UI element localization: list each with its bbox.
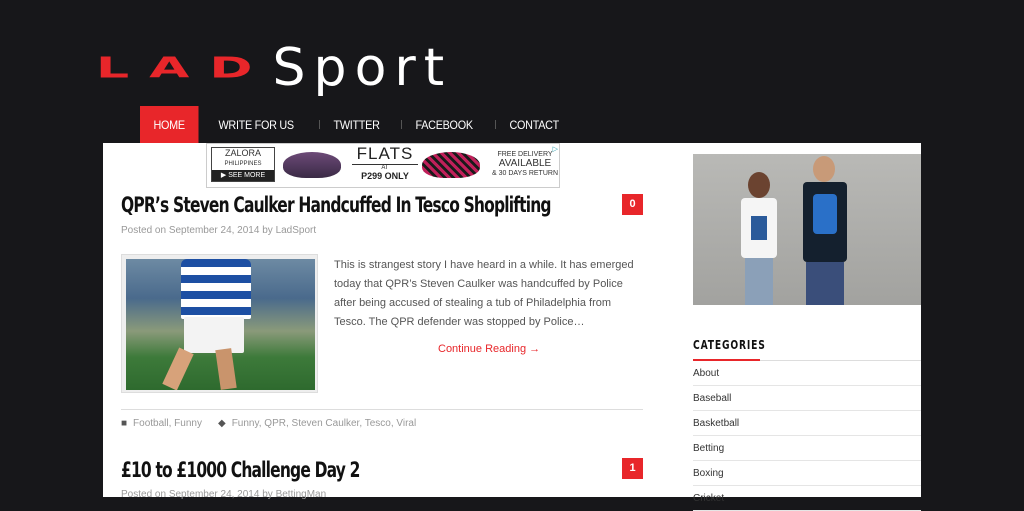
post-divider (121, 409, 643, 410)
logo-sport: Sport (272, 38, 453, 98)
meta-by: by (259, 225, 276, 236)
ad-shoe-image (422, 152, 480, 178)
ad-brand-sub: PHILIPPINES (224, 161, 262, 167)
ad-headline: FLATS AT P299 ONLY (352, 144, 418, 181)
adchoices-icon[interactable]: ▷ (553, 145, 558, 153)
sidebar-banner-image[interactable] (693, 154, 921, 305)
post-excerpt: This is strangest story I have heard in … (334, 259, 634, 328)
ad-delivery: FREE DELIVERY AVAILABLE & 30 DAYS RETURN (491, 150, 559, 178)
player-shirt (181, 259, 251, 319)
site-logo[interactable]: LAD Sport (96, 38, 452, 98)
nav-home[interactable]: HOME (140, 106, 199, 143)
player-leg (215, 348, 237, 390)
logo-lad: LAD (96, 51, 273, 85)
comment-count-badge[interactable]: 0 (622, 194, 643, 215)
post-taxonomy: ■ Football, Funny ◆ Funny, QPR, Steven C… (121, 418, 416, 429)
tag-icon: ◆ (217, 418, 226, 429)
category-item[interactable]: Baseball (693, 386, 921, 411)
post-title[interactable]: QPR’s Steven Caulker Handcuffed In Tesco… (121, 193, 552, 217)
category-item[interactable]: Betting (693, 436, 921, 461)
player-shorts (184, 317, 244, 353)
post-meta: Posted on September 24, 2014 by LadSport (121, 225, 316, 236)
post-author[interactable]: LadSport (276, 225, 317, 236)
nav-twitter[interactable]: TWITTER (320, 106, 393, 143)
folder-icon: ■ (121, 418, 128, 429)
comment-count-badge[interactable]: 1 (622, 458, 643, 479)
post-meta: Posted on September 24, 2014 by BettingM… (121, 489, 326, 500)
player-leg (162, 347, 194, 390)
categories-list: About Baseball Basketball Betting Boxing… (693, 361, 921, 511)
ad-delivery-3: & 30 DAYS RETURN (492, 170, 558, 177)
categories-heading: CATEGORIES (693, 338, 766, 352)
post-date[interactable]: September 24, 2014 (169, 489, 260, 500)
post-tags[interactable]: Funny, QPR, Steven Caulker, Tesco, Viral (232, 418, 417, 429)
category-item[interactable]: About (693, 361, 921, 386)
meta-by: by (259, 489, 276, 500)
ad-price: P299 ONLY (361, 171, 409, 181)
category-item[interactable]: Boxing (693, 461, 921, 486)
post-title[interactable]: £10 to £1000 Challenge Day 2 (121, 458, 360, 482)
ad-banner[interactable]: ZALORA PHILIPPINES ▶ SEE MORE FLATS AT P… (206, 143, 560, 188)
category-item[interactable]: Cricket (693, 486, 921, 511)
post-categories[interactable]: Football, Funny (133, 418, 202, 429)
ad-see-more[interactable]: ▶ SEE MORE (212, 170, 274, 181)
continue-reading-link[interactable]: Continue Reading → (438, 343, 540, 355)
ad-shoe-image (283, 152, 341, 178)
ad-brand-name: ZALORA (224, 148, 261, 158)
meta-prefix: Posted on (121, 489, 169, 500)
category-item[interactable]: Basketball (693, 411, 921, 436)
post-thumbnail[interactable] (121, 254, 318, 393)
ad-delivery-1: FREE DELIVERY (497, 151, 553, 158)
ad-headline-text: FLATS (356, 144, 414, 163)
ad-brand: ZALORA PHILIPPINES ▶ SEE MORE (211, 147, 275, 182)
meta-prefix: Posted on (121, 225, 169, 236)
nav-contact[interactable]: CONTACT (496, 106, 573, 143)
post-thumbnail-image (126, 259, 315, 390)
nav-write-for-us[interactable]: WRITE FOR US (205, 106, 307, 143)
ad-delivery-2: AVAILABLE (498, 158, 552, 169)
post-author[interactable]: BettingMan (276, 489, 327, 500)
nav-facebook[interactable]: FACEBOOK (402, 106, 486, 143)
post-date[interactable]: September 24, 2014 (169, 225, 260, 236)
main-nav: HOME WRITE FOR US TWITTER FACEBOOK CONTA… (140, 106, 581, 143)
ad-at: AT (352, 164, 418, 171)
